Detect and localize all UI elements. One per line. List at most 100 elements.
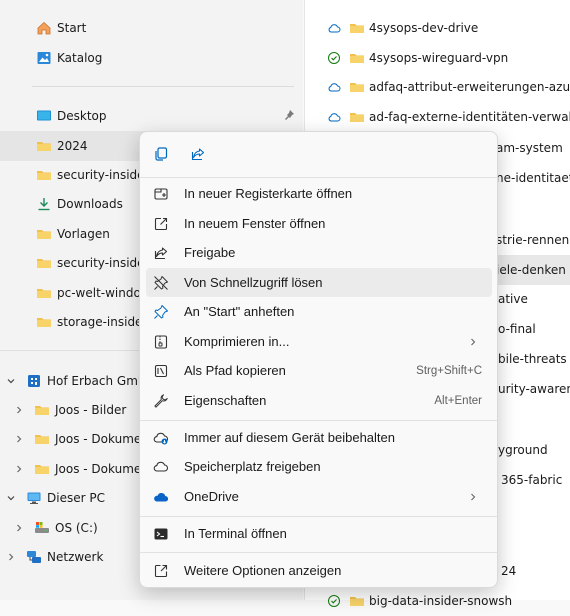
menu-item-more-options[interactable]: Weitere Optionen anzeigen xyxy=(146,556,492,585)
menu-item-label: Speicherplatz freigeben xyxy=(184,459,321,474)
folder-icon xyxy=(349,50,365,66)
chevron-right-icon[interactable] xyxy=(14,523,24,533)
menu-item-label: An "Start" anheften xyxy=(184,304,295,319)
download-icon xyxy=(36,196,52,212)
menu-item-copy-path[interactable]: Als Pfad kopieren Strg+Shift+C xyxy=(146,356,492,385)
menu-item-label: In neuer Registerkarte öffnen xyxy=(184,186,353,201)
menu-item-shortcut: Strg+Shift+C xyxy=(416,364,482,377)
nav-item-start[interactable]: Start xyxy=(0,13,303,43)
chevron-right-icon[interactable] xyxy=(14,434,24,444)
folder-icon xyxy=(34,402,50,418)
folder-icon xyxy=(349,109,365,125)
drive-icon xyxy=(34,520,50,536)
menu-item-pin-to-start[interactable]: An "Start" anheften xyxy=(146,297,492,326)
menu-item-free-space[interactable]: Speicherplatz freigeben xyxy=(146,452,492,481)
folder-icon xyxy=(36,138,52,154)
chevron-right-icon xyxy=(468,337,478,347)
cloud-icon xyxy=(152,458,170,476)
nav-label: Start xyxy=(57,21,87,35)
menu-divider xyxy=(140,552,497,553)
file-name: big-data-insider-snowsh xyxy=(369,594,513,608)
list-item[interactable]: ad-faq-externe-identitäten-verwalten xyxy=(305,102,570,132)
list-item[interactable]: big-data-insider-snowsh xyxy=(305,586,570,616)
menu-item-open-terminal[interactable]: In Terminal öffnen xyxy=(146,519,492,548)
computer-icon xyxy=(26,490,42,506)
synced-check-icon xyxy=(327,594,341,608)
menu-item-label: Weitere Optionen anzeigen xyxy=(184,563,342,578)
menu-item-label: Als Pfad kopieren xyxy=(184,363,286,378)
onedrive-icon xyxy=(152,488,170,506)
nav-label: 2024 xyxy=(57,139,88,153)
file-name: yground xyxy=(498,443,548,457)
nav-item-desktop[interactable]: Desktop xyxy=(0,101,303,131)
chevron-down-icon[interactable] xyxy=(6,376,16,386)
copy-path-icon xyxy=(152,362,170,380)
chevron-right-icon[interactable] xyxy=(14,464,24,474)
menu-item-label: OneDrive xyxy=(184,489,239,504)
open-new-window-icon xyxy=(152,215,170,233)
folder-icon xyxy=(36,255,52,271)
folder-icon xyxy=(34,431,50,447)
menu-item-label: In Terminal öffnen xyxy=(184,526,287,541)
nav-label: Joos - Bilder xyxy=(55,403,127,417)
menu-divider xyxy=(140,420,497,421)
network-icon xyxy=(26,549,42,565)
file-name: iele-denken xyxy=(496,263,566,277)
list-item[interactable]: 4sysops-wireguard-vpn xyxy=(305,43,570,73)
nav-label: Desktop xyxy=(57,109,107,123)
list-item[interactable]: adfaq-attribut-erweiterungen-azure-ad-en xyxy=(305,72,570,102)
cloud-status-icon xyxy=(327,80,341,94)
folder-icon xyxy=(349,79,365,95)
folder-icon xyxy=(36,314,52,330)
more-options-icon xyxy=(152,562,170,580)
nav-label: Netzwerk xyxy=(47,550,104,564)
wrench-icon xyxy=(152,392,170,410)
file-name: 4sysops-wireguard-vpn xyxy=(369,51,509,65)
file-name: ative xyxy=(498,292,528,306)
nav-label: Vorlagen xyxy=(57,227,110,241)
folder-icon xyxy=(36,285,52,301)
copy-icon[interactable] xyxy=(151,144,171,164)
share-icon[interactable] xyxy=(188,144,208,164)
menu-divider xyxy=(140,516,497,517)
desktop-icon xyxy=(36,108,52,124)
nav-label: Downloads xyxy=(57,197,123,211)
menu-item-keep-on-device[interactable]: Immer auf diesem Gerät beibehalten xyxy=(146,423,492,452)
nav-label: Katalog xyxy=(57,51,103,65)
pin-icon[interactable] xyxy=(283,109,295,124)
file-name: o-final xyxy=(498,322,536,336)
synced-check-icon xyxy=(327,51,341,65)
nav-label: OS (C:) xyxy=(55,521,98,535)
context-menu: In neuer Registerkarte öffnen In neuem F… xyxy=(139,131,498,588)
list-item[interactable]: 4sysops-dev-drive xyxy=(305,13,570,43)
menu-item-open-new-tab[interactable]: In neuer Registerkarte öffnen xyxy=(146,179,492,208)
terminal-icon xyxy=(152,525,170,543)
chevron-right-icon[interactable] xyxy=(14,405,24,415)
file-name: 4sysops-dev-drive xyxy=(369,21,479,35)
archive-icon xyxy=(152,333,170,351)
file-name: bile-threats xyxy=(498,352,567,366)
menu-item-compress[interactable]: Komprimieren in... xyxy=(146,327,492,356)
menu-item-eigenschaften[interactable]: Eigenschaften Alt+Enter xyxy=(146,386,492,415)
menu-item-freigabe[interactable]: Freigabe xyxy=(146,238,492,267)
file-name: ne-identitaeten xyxy=(496,171,570,185)
menu-item-onedrive[interactable]: OneDrive xyxy=(146,482,492,511)
chevron-right-icon xyxy=(468,492,478,502)
folder-icon xyxy=(36,167,52,183)
chevron-right-icon[interactable] xyxy=(6,552,16,562)
file-name: 365-fabric xyxy=(501,473,563,487)
menu-item-label: Komprimieren in... xyxy=(184,334,290,349)
nav-item-katalog[interactable]: Katalog xyxy=(0,43,303,73)
menu-item-label: Immer auf diesem Gerät beibehalten xyxy=(184,430,395,445)
menu-item-open-new-window[interactable]: In neuem Fenster öffnen xyxy=(146,209,492,238)
home-icon xyxy=(36,20,52,36)
file-name: am-system xyxy=(496,141,563,155)
file-name: adfaq-attribut-erweiterungen-azure-ad-en xyxy=(369,80,570,94)
folder-icon xyxy=(34,461,50,477)
folder-icon xyxy=(349,20,365,36)
chevron-down-icon[interactable] xyxy=(6,493,16,503)
menu-item-unpin-quick-access[interactable]: Von Schnellzugriff lösen xyxy=(146,268,492,297)
pin-icon xyxy=(152,303,170,321)
nav-label: Dieser PC xyxy=(47,491,105,505)
menu-item-label: Von Schnellzugriff lösen xyxy=(184,275,323,290)
